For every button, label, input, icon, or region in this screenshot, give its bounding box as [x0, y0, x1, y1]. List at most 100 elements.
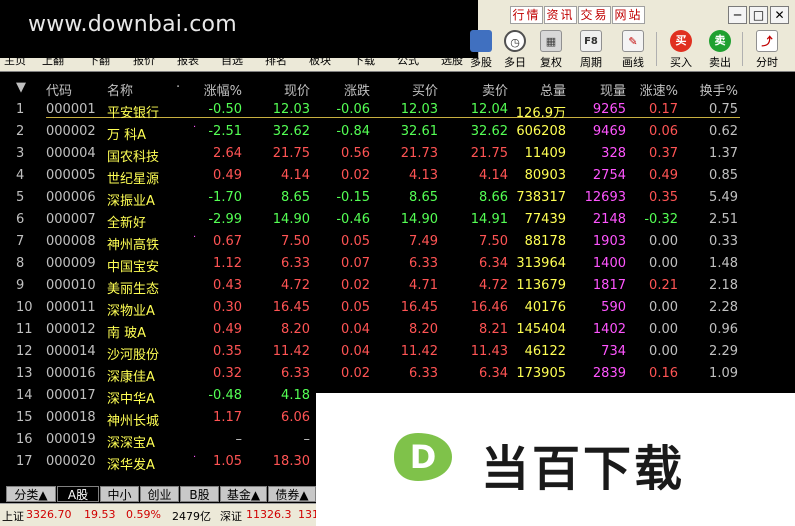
- logo-letter: D: [410, 438, 437, 476]
- draw-line-button[interactable]: ✎ 画线: [616, 30, 650, 70]
- turnover-pct: 2.28: [709, 300, 738, 315]
- stock-code: 000005: [46, 168, 96, 183]
- current-price: 14.90: [272, 212, 310, 227]
- toolbar-nav-item[interactable]: 报表: [166, 52, 210, 70]
- toolbar-nav-item[interactable]: 下翻: [76, 52, 122, 70]
- table-row[interactable]: 3 000004 国农科技 2.64 21.75 0.56 21.73 21.75 11409 3…: [0, 143, 795, 165]
- maximize-button[interactable]: □: [749, 6, 768, 24]
- stock-code: 000007: [46, 212, 96, 227]
- row-index: 11: [16, 322, 33, 337]
- header-bid[interactable]: 买价: [386, 80, 438, 99]
- sz-label: 深证: [220, 510, 242, 523]
- adjust-button[interactable]: ▦ 复权: [534, 30, 568, 70]
- table-row[interactable]: 5 000006 深振业A -1.70 8.65 -0.15 8.65 8.66 738317 1…: [0, 187, 795, 209]
- table-row[interactable]: 10 000011 深物业A 0.30 16.45 0.05 16.45 16.46 40176…: [0, 297, 795, 319]
- header-pct[interactable]: 涨幅%: [196, 80, 242, 99]
- last-volume: 328: [601, 146, 626, 161]
- last-volume: 1402: [592, 322, 626, 337]
- toolbar-nav-item[interactable]: 排名: [254, 52, 298, 70]
- current-price: –: [303, 432, 311, 447]
- stock-name: 全新好: [107, 216, 147, 231]
- pct-change: 1.17: [213, 410, 242, 425]
- speed-pct: 0.16: [649, 366, 678, 381]
- speed-pct: 0.21: [649, 278, 678, 293]
- tab-5[interactable]: 基金▲: [220, 486, 267, 502]
- turnover-pct: 2.18: [709, 278, 738, 293]
- row-index: 10: [16, 300, 33, 315]
- toolbar-nav-item[interactable]: 板块: [298, 52, 342, 70]
- table-row[interactable]: 12 000014 沙河股份 0.35 11.42 0.04 11.42 11.43 46122…: [0, 341, 795, 363]
- price-change: 0.04: [341, 344, 370, 359]
- stock-code: 000011: [46, 300, 96, 315]
- table-row[interactable]: 9 000010 美丽生态 0.43 4.72 0.02 4.71 4.72 113679 181…: [0, 275, 795, 297]
- pct-change: 0.30: [213, 300, 242, 315]
- toolbar-nav-item[interactable]: 报价: [122, 52, 166, 70]
- table-row[interactable]: 11 000012 南 玻A 0.49 8.20 0.04 8.20 8.21 145404 14…: [0, 319, 795, 341]
- sell-button[interactable]: 卖 卖出: [703, 30, 737, 70]
- toolbar-nav-strip: 主页 上翻 下翻 报价 报表 自选 排名 板块 下载 公式 选股: [0, 52, 478, 70]
- toolbar-nav-item[interactable]: 下载: [342, 52, 386, 70]
- pct-change: -2.51: [208, 124, 242, 139]
- close-button[interactable]: ✕: [770, 6, 789, 24]
- table-row[interactable]: 6 000007 全新好 -2.99 14.90 -0.46 14.90 14.91 77439…: [0, 209, 795, 231]
- toolbar-nav-item[interactable]: 上翻: [30, 52, 76, 70]
- header-volume[interactable]: 总量: [500, 80, 566, 99]
- timeshare-button[interactable]: ⤴ 分时: [750, 30, 784, 70]
- menu-link[interactable]: 网站: [612, 6, 645, 24]
- pct-change: -1.70: [208, 190, 242, 205]
- current-price: 11.42: [272, 344, 310, 359]
- header-turnover[interactable]: 换手%: [694, 80, 738, 99]
- multi-day-button[interactable]: ◷ 多日: [498, 30, 532, 70]
- table-row[interactable]: 2 000002 万 科A · -2.51 32.62 -0.84 32.61 32.62 606…: [0, 121, 795, 143]
- header-price[interactable]: 现价: [260, 80, 310, 99]
- multi-stock-button[interactable]: 多股: [464, 30, 498, 70]
- price-change: -0.84: [336, 124, 370, 139]
- sz-index: 11326.3: [246, 508, 292, 521]
- speed-pct: 0.17: [649, 102, 678, 117]
- turnover-pct: 0.96: [709, 322, 738, 337]
- menu-link[interactable]: 行情: [510, 6, 543, 24]
- stock-name: 万 科A: [107, 128, 147, 143]
- stock-code: 000020: [46, 454, 96, 469]
- stock-name: 中国宝安: [107, 260, 160, 275]
- tab-3[interactable]: 创业: [140, 486, 179, 502]
- current-price: 8.20: [281, 322, 310, 337]
- speed-pct: 0.00: [649, 234, 678, 249]
- sort-arrow-icon[interactable]: ▼: [16, 80, 44, 95]
- pct-change: -0.50: [208, 102, 242, 117]
- tab-1[interactable]: A股: [57, 486, 99, 502]
- table-row[interactable]: 13 000016 深康佳A 0.32 6.33 0.02 6.33 6.34 173905 28…: [0, 363, 795, 385]
- header-speed[interactable]: 涨速%: [636, 80, 678, 99]
- minimize-button[interactable]: ─: [728, 6, 747, 24]
- table-row[interactable]: 4 000005 世纪星源 0.49 4.14 0.02 4.13 4.14 80903 2754…: [0, 165, 795, 187]
- last-volume: 1400: [592, 256, 626, 271]
- stock-code: 000002: [46, 124, 96, 139]
- toolbar-nav-item[interactable]: 公式: [386, 52, 430, 70]
- toolbar-nav-item[interactable]: 主页: [0, 52, 30, 70]
- table-row[interactable]: 8 000009 中国宝安 1.12 6.33 0.07 6.33 6.34 313964 140…: [0, 253, 795, 275]
- menu-link[interactable]: 资讯: [544, 6, 577, 24]
- draw-line-icon: ✎: [622, 30, 644, 52]
- header-last-vol[interactable]: 现量: [580, 80, 626, 99]
- toolbar-nav-item[interactable]: 自选: [210, 52, 254, 70]
- current-price: 32.62: [272, 124, 310, 139]
- header-change[interactable]: 涨跌: [320, 80, 370, 99]
- current-price: 7.50: [281, 234, 310, 249]
- bid-price: 8.20: [409, 322, 438, 337]
- stock-name: 神州高铁: [107, 238, 160, 253]
- buy-button[interactable]: 买 买入: [664, 30, 698, 70]
- table-row[interactable]: 1 000001 平安银行 -0.50 12.03 -0.06 12.03 12.04 126.…: [0, 99, 795, 121]
- period-button[interactable]: F8 周期: [574, 30, 608, 70]
- table-row[interactable]: 7 000008 神州高铁 · 0.67 7.50 0.05 7.49 7.50 88178 190…: [0, 231, 795, 253]
- speed-pct: 0.06: [649, 124, 678, 139]
- tab-2[interactable]: 中小: [100, 486, 139, 502]
- tab-0[interactable]: 分类▲: [6, 486, 56, 502]
- speed-pct: 0.00: [649, 322, 678, 337]
- header-name[interactable]: 名称: [107, 80, 177, 99]
- tab-4[interactable]: B股: [180, 486, 219, 502]
- tab-6[interactable]: 债券▲: [268, 486, 316, 502]
- bid-price: 4.71: [409, 278, 438, 293]
- header-code[interactable]: 代码: [46, 80, 106, 99]
- menu-link[interactable]: 交易: [578, 6, 611, 24]
- last-volume: 2754: [592, 168, 626, 183]
